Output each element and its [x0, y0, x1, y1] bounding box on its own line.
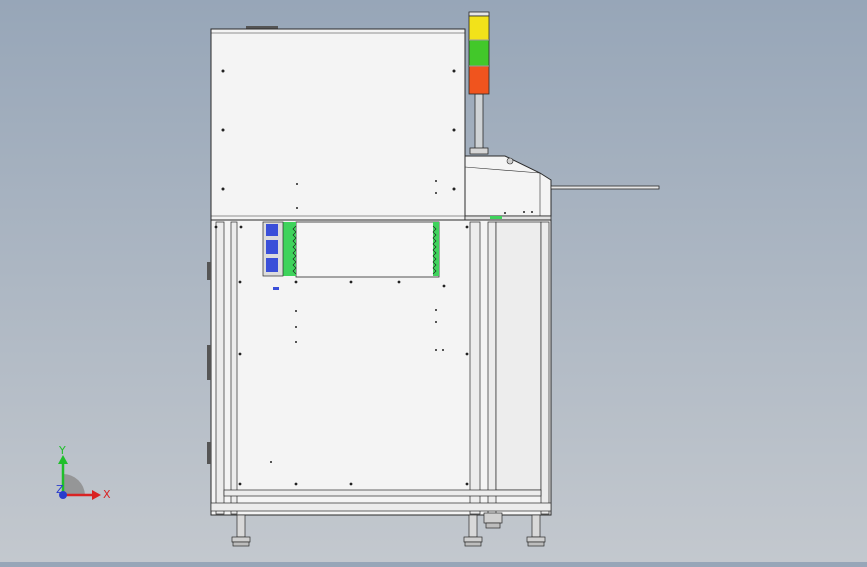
upper-cabinet	[210, 26, 466, 221]
console-housing	[464, 155, 552, 217]
connector-1	[266, 224, 278, 236]
console-green-strip	[490, 216, 502, 219]
triad-x-label: X	[103, 488, 111, 501]
light-yellow	[468, 15, 490, 41]
door-latch-lower	[207, 442, 211, 464]
triad-y-label: Y	[58, 444, 66, 457]
light-green	[468, 39, 490, 67]
tower-base	[469, 147, 489, 155]
rear-profile	[540, 221, 550, 515]
inspection-window	[295, 221, 440, 278]
conveyor-rail	[550, 185, 660, 190]
operator-console	[464, 155, 660, 223]
rear-panel	[495, 221, 542, 491]
tower-cap	[468, 11, 490, 17]
connector-4	[273, 287, 279, 290]
left-profile	[215, 221, 225, 515]
tower-pole	[474, 93, 484, 151]
machine-side-view: Y X Z	[56, 11, 660, 547]
triad-arc	[63, 474, 85, 495]
right-profile-a	[469, 221, 481, 515]
foot-right	[526, 514, 546, 547]
bottom-rail-upper	[223, 489, 542, 497]
foot-left	[231, 514, 251, 547]
triad-z-label: Z	[56, 483, 64, 496]
orientation-triad[interactable]: Y X Z	[56, 444, 111, 501]
leveling-feet	[231, 512, 546, 547]
lower-frame	[207, 219, 552, 516]
upper-cabinet-panel	[210, 28, 466, 221]
door-latch-upper	[207, 262, 211, 280]
foot-middle	[463, 512, 503, 547]
door-latch-middle	[207, 345, 211, 380]
cad-viewport[interactable]: Y X Z	[0, 0, 867, 562]
connector-3	[266, 258, 278, 272]
left-inner-profile	[230, 221, 238, 515]
bottom-rail-lower	[210, 502, 552, 512]
signal-tower	[468, 11, 490, 155]
right-profile-b	[487, 221, 497, 515]
connector-2	[266, 240, 278, 254]
light-red	[468, 65, 490, 95]
x-axis-arrow-icon	[92, 490, 101, 500]
